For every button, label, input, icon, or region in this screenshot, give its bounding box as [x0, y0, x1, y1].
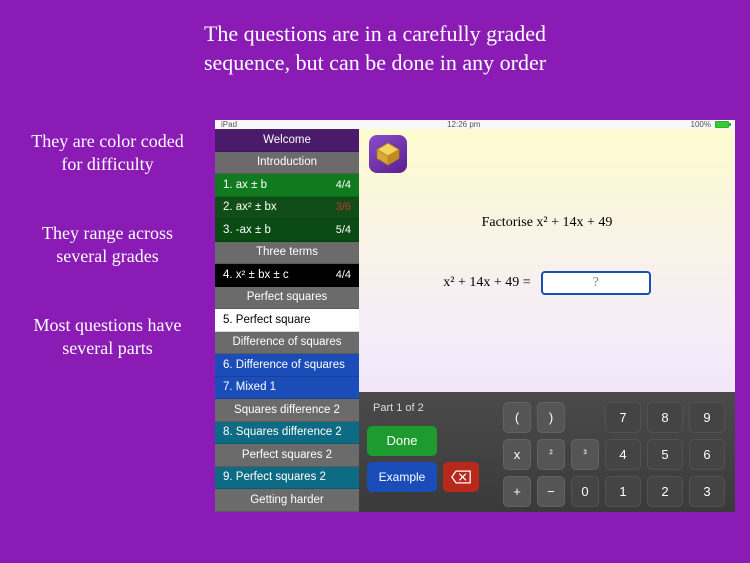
- bottom-bar: Part 1 of 2 Done Example ( ): [359, 392, 735, 512]
- dice-icon: [375, 141, 401, 167]
- status-battery-pct: 100%: [691, 120, 711, 129]
- key-9[interactable]: 9: [689, 402, 725, 433]
- sidebar-item-2[interactable]: 2. ax² ± bx 3/6: [215, 197, 359, 220]
- status-bar: iPad 12:26 pm 100%: [215, 120, 735, 129]
- question-lhs: x² + 14x + 49 =: [443, 275, 530, 291]
- answer-input[interactable]: ?: [541, 271, 651, 295]
- key-7[interactable]: 7: [605, 402, 641, 433]
- sidebar-welcome[interactable]: Welcome: [215, 129, 359, 152]
- answer-line: x² + 14x + 49 = ?: [443, 271, 650, 295]
- backspace-icon: [451, 470, 471, 484]
- key-4[interactable]: 4: [605, 439, 641, 470]
- sidebar-item-8[interactable]: 8. Squares difference 2: [215, 422, 359, 445]
- key-rparen[interactable]: ): [537, 402, 565, 433]
- sidebar-item-1[interactable]: 1. ax ± b 4/4: [215, 174, 359, 197]
- keypad: ( ) 7 8 9 x ² ³ 4 5 6 + − 0 1 2: [499, 392, 735, 512]
- headline-line2: sequence, but can be done in any order: [100, 49, 650, 78]
- done-button[interactable]: Done: [367, 426, 437, 456]
- key-2[interactable]: 2: [647, 476, 683, 507]
- sidebar-item-3[interactable]: 3. -ax ± b 5/4: [215, 219, 359, 242]
- key-squared[interactable]: ²: [537, 439, 565, 470]
- battery-icon: [715, 121, 729, 128]
- headline: The questions are in a carefully graded …: [0, 0, 750, 87]
- question-prompt: Factorise x² + 14x + 49: [482, 215, 613, 231]
- key-plus[interactable]: +: [503, 476, 531, 507]
- sidebar-item-4[interactable]: 4. x² ± bx ± c 4/4: [215, 264, 359, 287]
- topic-sidebar[interactable]: Welcome Introduction 1. ax ± b 4/4 2. ax…: [215, 129, 359, 512]
- sidebar-header-three-terms: Three terms: [215, 242, 359, 265]
- headline-line1: The questions are in a carefully graded: [100, 20, 650, 49]
- status-device: iPad: [221, 120, 237, 129]
- app-icon: [369, 135, 407, 173]
- sidebar-header-squares-diff-2: Squares difference 2: [215, 399, 359, 422]
- key-1[interactable]: 1: [605, 476, 641, 507]
- delete-button[interactable]: [443, 462, 479, 492]
- key-3[interactable]: 3: [689, 476, 725, 507]
- key-5[interactable]: 5: [647, 439, 683, 470]
- key-8[interactable]: 8: [647, 402, 683, 433]
- key-minus[interactable]: −: [537, 476, 565, 507]
- status-time: 12:26 pm: [447, 120, 480, 129]
- sidebar-item-5[interactable]: 5. Perfect square: [215, 309, 359, 332]
- example-button[interactable]: Example: [367, 462, 437, 492]
- sidebar-header-perfect-squares: Perfect squares: [215, 287, 359, 310]
- key-x[interactable]: x: [503, 439, 531, 470]
- key-0[interactable]: 0: [571, 476, 599, 507]
- blurb-parts: Most questions have several parts: [20, 314, 195, 361]
- sidebar-item-7[interactable]: 7. Mixed 1: [215, 377, 359, 400]
- key-lparen[interactable]: (: [503, 402, 531, 433]
- key-cubed[interactable]: ³: [571, 439, 599, 470]
- sidebar-header-diff-squares: Difference of squares: [215, 332, 359, 355]
- sidebar-item-6[interactable]: 6. Difference of squares: [215, 354, 359, 377]
- sidebar-header-perfect-squares-2: Perfect squares 2: [215, 444, 359, 467]
- sidebar-item-9[interactable]: 9. Perfect squares 2: [215, 467, 359, 490]
- part-label: Part 1 of 2: [367, 400, 491, 420]
- key-6[interactable]: 6: [689, 439, 725, 470]
- question-panel: Factorise x² + 14x + 49 x² + 14x + 49 = …: [359, 129, 735, 512]
- blurb-grades: They range across several grades: [20, 222, 195, 269]
- blurb-color-coded: They are color coded for difficulty: [20, 130, 195, 177]
- sidebar-header-getting-harder: Getting harder: [215, 489, 359, 512]
- ipad-screenshot: iPad 12:26 pm 100% Welcome Introduction …: [215, 120, 735, 503]
- sidebar-header-introduction: Introduction: [215, 152, 359, 175]
- left-captions: They are color coded for difficulty They…: [20, 130, 195, 405]
